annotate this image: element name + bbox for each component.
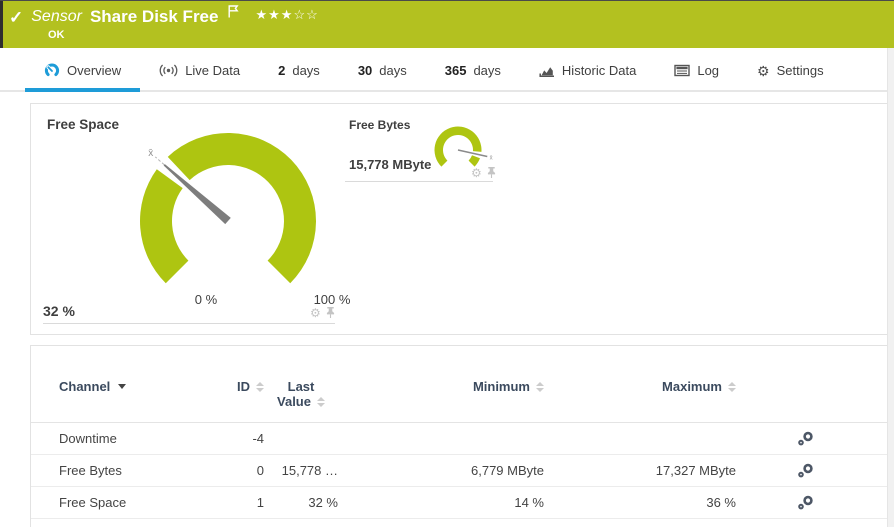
window-top-edge bbox=[0, 0, 894, 1]
svg-text:x̄: x̄ bbox=[490, 155, 493, 161]
scrollbar[interactable] bbox=[887, 48, 894, 527]
prtg-sensor-page: ✓ Sensor Share Disk Free ★★★☆☆ OK Overvi… bbox=[0, 0, 894, 527]
status-ok-check-icon: ✓ bbox=[9, 9, 23, 26]
gauges-panel: Free Space x̄ 0 % 100 % 32 % ⚙ Free Byte… bbox=[30, 103, 888, 335]
free-space-current-value: 32 % bbox=[43, 303, 75, 319]
channel-name: Free Bytes bbox=[31, 463, 221, 478]
free-bytes-gauge-controls: ⚙ bbox=[471, 166, 497, 179]
stars-empty: ☆☆ bbox=[293, 7, 318, 22]
sort-arrows-icon bbox=[536, 382, 544, 392]
free-space-gauge-controls: ⚙ bbox=[310, 306, 336, 319]
channel-name: Downtime bbox=[31, 431, 221, 446]
sensor-status-badge: OK bbox=[48, 29, 65, 41]
log-list-icon bbox=[674, 64, 690, 77]
sort-arrows-icon bbox=[256, 382, 264, 392]
gauge-scale-max: 100 % bbox=[287, 292, 377, 307]
table-header-row: Channel ID Last Value Minimum Ma bbox=[31, 379, 887, 423]
channel-settings-icon[interactable] bbox=[797, 463, 815, 479]
tab-log[interactable]: Log bbox=[655, 63, 738, 90]
channel-name: Free Space bbox=[31, 495, 221, 510]
table-row-free-space[interactable]: Free Space 1 32 % 14 % 36 % bbox=[31, 487, 887, 519]
area-chart-icon bbox=[539, 64, 555, 78]
channel-id: 1 bbox=[221, 495, 264, 510]
column-header-maximum[interactable]: Maximum bbox=[544, 379, 736, 394]
flag-icon[interactable] bbox=[228, 5, 239, 23]
column-header-minimum[interactable]: Minimum bbox=[338, 379, 544, 394]
free-bytes-current-value: 15,778 MByte bbox=[349, 157, 431, 172]
tab-2-days[interactable]: 2 days bbox=[259, 63, 339, 90]
tab-bar: Overview Live Data 2 days 30 days 365 bbox=[0, 48, 894, 92]
channels-panel: Channel ID Last Value Minimum Ma bbox=[30, 345, 888, 527]
gauge-footer-divider bbox=[345, 181, 493, 182]
table-row-downtime[interactable]: Downtime -4 bbox=[31, 423, 887, 455]
sensor-header: ✓ Sensor Share Disk Free ★★★☆☆ OK bbox=[0, 0, 894, 48]
channel-minimum: 14 % bbox=[338, 495, 544, 510]
tab-overview[interactable]: Overview bbox=[25, 62, 140, 90]
channels-table: Channel ID Last Value Minimum Ma bbox=[31, 379, 887, 519]
sort-arrows-icon bbox=[317, 397, 325, 407]
gauge-icon bbox=[44, 62, 60, 78]
channel-maximum: 36 % bbox=[544, 495, 736, 510]
tab-settings[interactable]: ⚙ Settings bbox=[738, 63, 843, 90]
tab-historic-data[interactable]: Historic Data bbox=[520, 63, 655, 90]
header-left-edge bbox=[0, 0, 3, 48]
channel-last-value: 32 % bbox=[264, 495, 338, 510]
sensor-name: Share Disk Free bbox=[90, 7, 219, 27]
object-kind-label: Sensor bbox=[31, 8, 82, 26]
broadcast-icon bbox=[159, 64, 178, 77]
column-header-channel[interactable]: Channel bbox=[31, 379, 221, 394]
free-space-gauge: x̄ bbox=[138, 131, 328, 293]
channel-maximum: 17,327 MByte bbox=[544, 463, 736, 478]
channel-minimum: 6,779 MByte bbox=[338, 463, 544, 478]
stars-filled: ★★★ bbox=[255, 7, 293, 22]
channel-id: 0 bbox=[221, 463, 264, 478]
column-header-id[interactable]: ID bbox=[221, 379, 264, 394]
priority-stars[interactable]: ★★★☆☆ bbox=[255, 7, 318, 23]
channel-id: -4 bbox=[221, 431, 264, 446]
channel-last-value: 15,778 … bbox=[264, 463, 338, 478]
free-space-gauge-title: Free Space bbox=[47, 117, 119, 132]
sort-arrows-icon bbox=[728, 382, 736, 392]
table-row-free-bytes[interactable]: Free Bytes 0 15,778 … 6,779 MByte 17,327… bbox=[31, 455, 887, 487]
gauge-scale-min: 0 % bbox=[176, 292, 236, 307]
channel-settings-icon[interactable] bbox=[797, 431, 815, 447]
free-bytes-gauge-title: Free Bytes bbox=[349, 118, 410, 132]
gauge-settings-gear-icon[interactable]: ⚙ bbox=[310, 307, 321, 319]
channel-settings-icon[interactable] bbox=[797, 495, 815, 511]
active-tab-underline bbox=[25, 88, 140, 92]
gear-icon: ⚙ bbox=[757, 64, 770, 78]
column-header-last-value[interactable]: Last Value bbox=[264, 379, 338, 409]
gauge-settings-gear-icon[interactable]: ⚙ bbox=[471, 167, 482, 179]
gauge-footer-divider bbox=[43, 323, 335, 324]
tab-30-days[interactable]: 30 days bbox=[339, 63, 426, 90]
tab-365-days[interactable]: 365 days bbox=[426, 63, 520, 90]
pin-icon[interactable] bbox=[325, 306, 336, 319]
pin-icon[interactable] bbox=[486, 166, 497, 179]
tab-live-data[interactable]: Live Data bbox=[140, 63, 259, 90]
sort-caret-down-icon bbox=[118, 384, 126, 389]
svg-text:x̄: x̄ bbox=[148, 148, 153, 159]
